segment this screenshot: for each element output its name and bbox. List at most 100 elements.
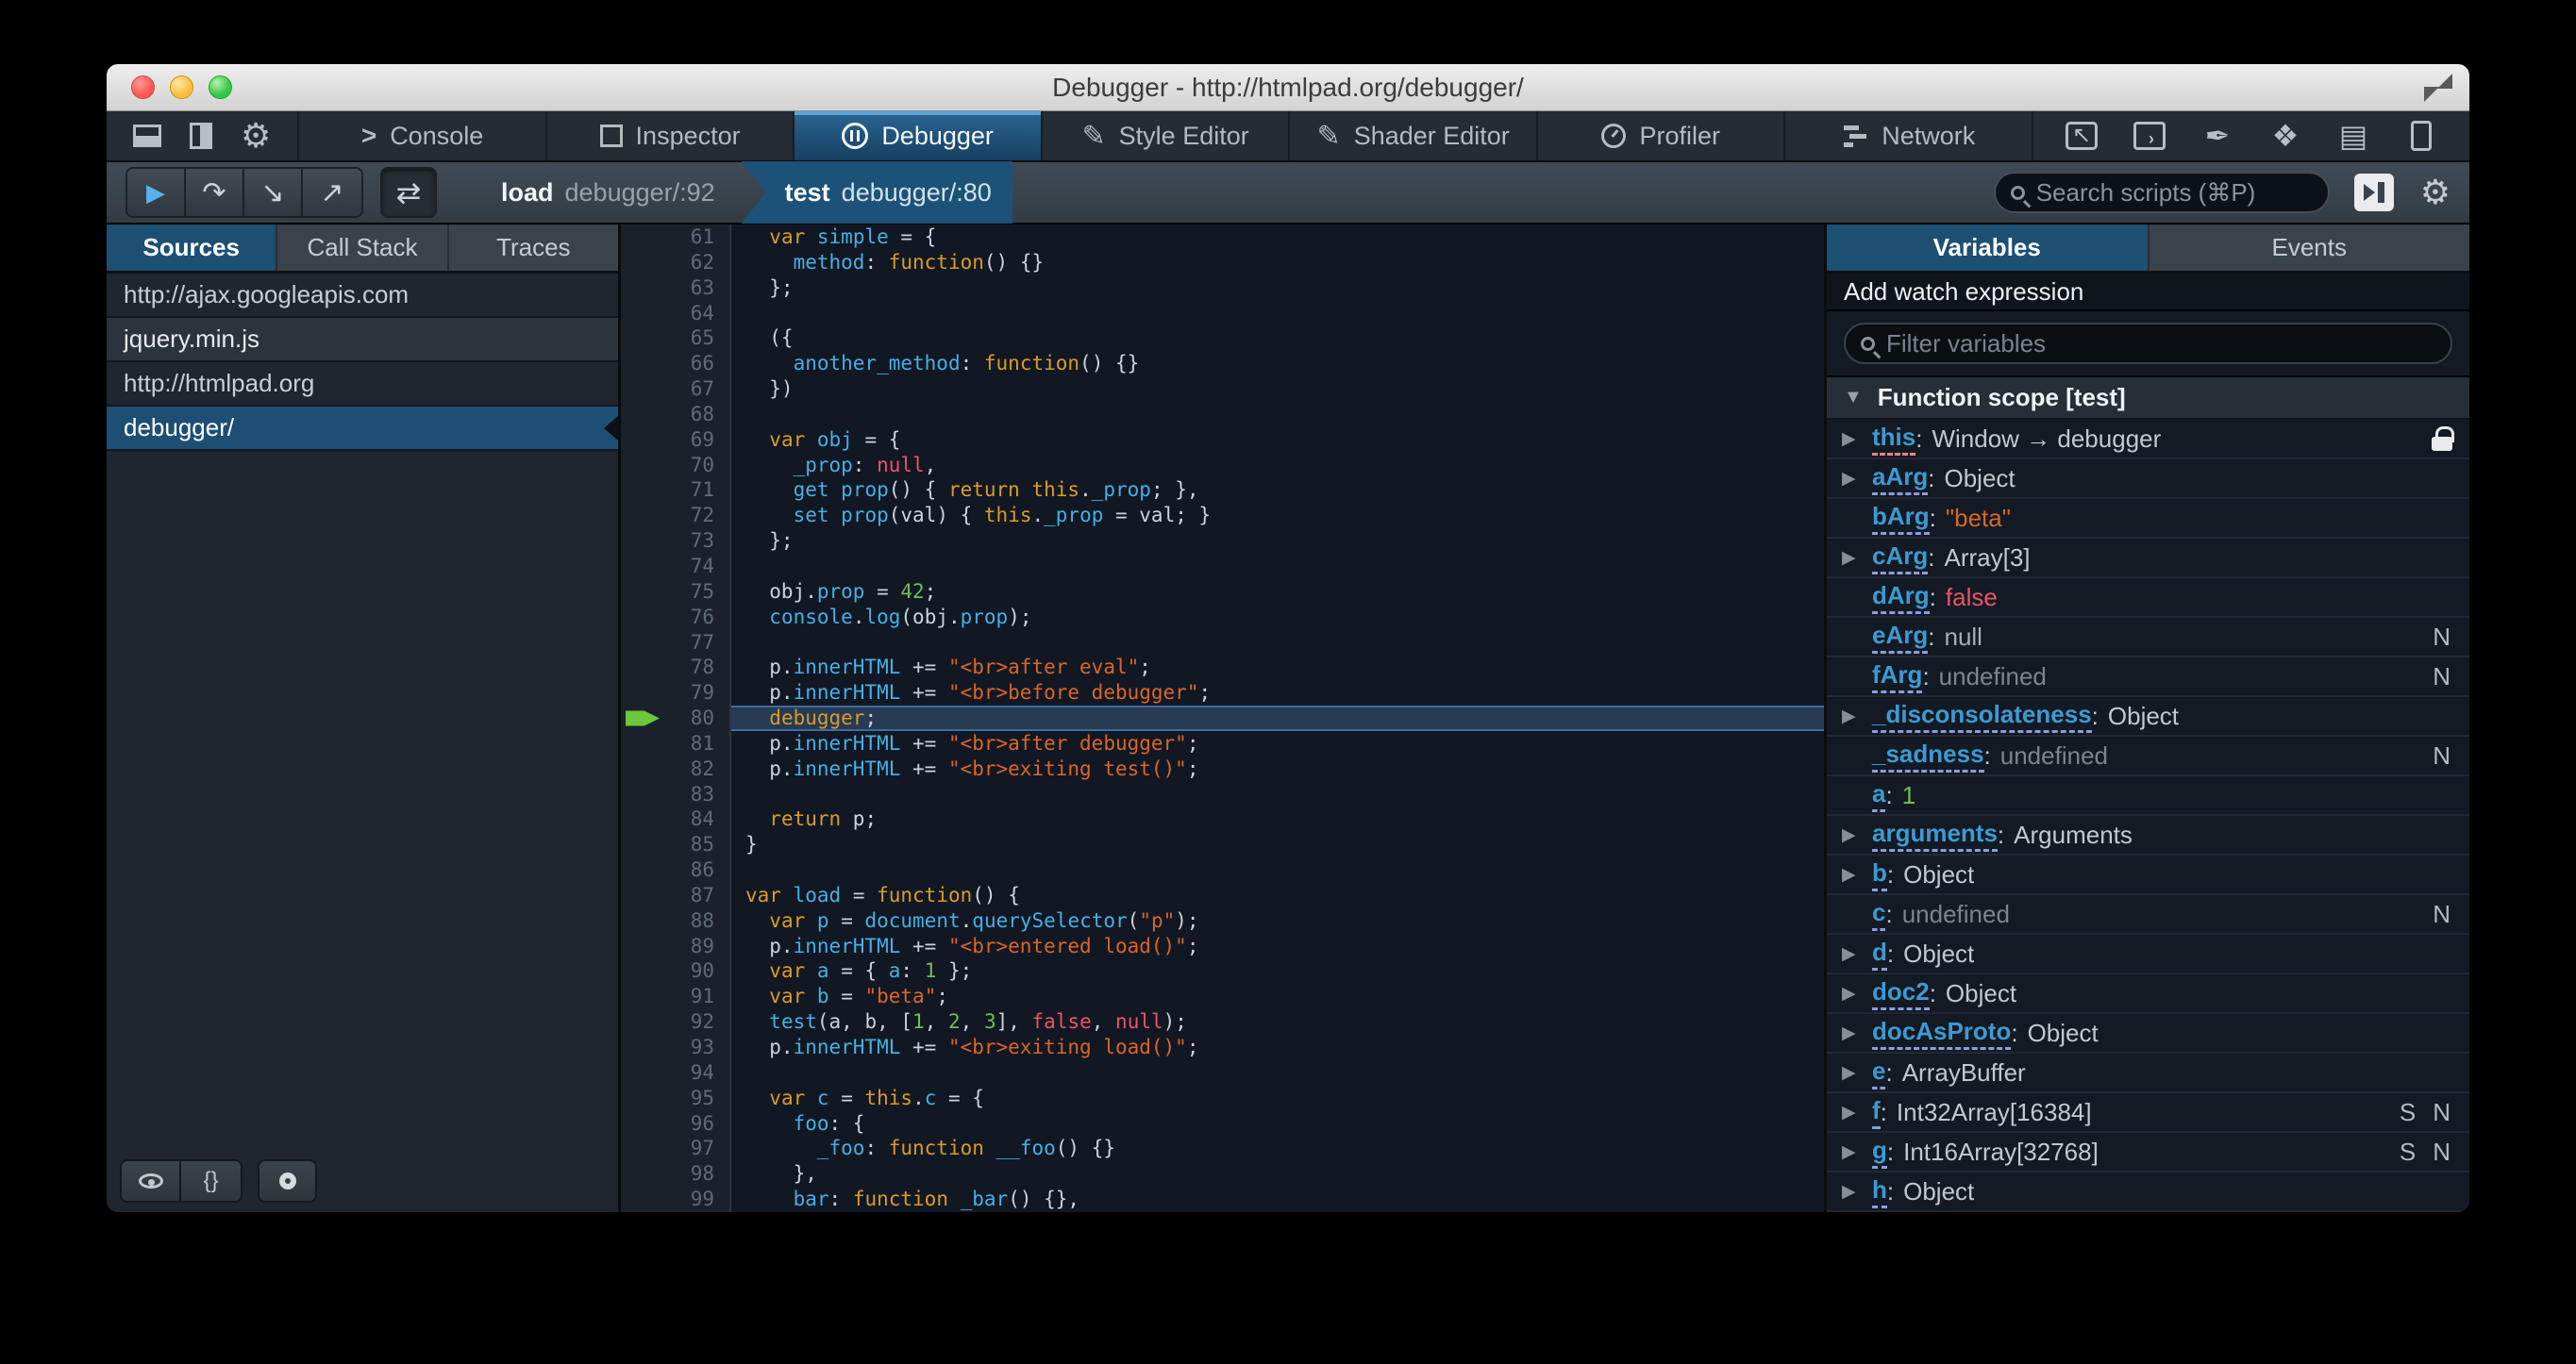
code-line[interactable]: 64 [621, 300, 1824, 326]
variable-row-this[interactable]: ▶ this: Window → debugger [1827, 420, 2469, 459]
line-number-gutter[interactable]: 81 [621, 730, 731, 757]
dock-bottom-icon[interactable] [133, 125, 161, 147]
breadcrumb-frame-test[interactable]: test debugger/:80 [741, 161, 1012, 224]
expander-arrow-icon[interactable]: ▶ [1842, 943, 1872, 965]
tab-style-editor[interactable]: ✎ Style Editor [1043, 111, 1291, 160]
line-number-gutter[interactable]: 63 [621, 274, 731, 301]
code-line[interactable]: 81 p.innerHTML += "<br>after debugger"; [621, 730, 1824, 757]
line-number-gutter[interactable]: 96 [621, 1110, 731, 1137]
toggle-breakpoints-button[interactable] [258, 1159, 317, 1203]
line-number-gutter[interactable]: 65 [621, 325, 731, 352]
code-line[interactable]: 72 set prop(val) { this._prop = val; } [621, 503, 1824, 529]
code-line[interactable]: 99 bar: function _bar() {}, [621, 1187, 1824, 1212]
code-line[interactable]: 87 var load = function() { [621, 882, 1824, 908]
code-line[interactable]: 93 p.innerHTML += "<br>exiting load()"; [621, 1035, 1824, 1060]
source-item-jquery-min-js[interactable]: jquery.min.js [107, 318, 618, 362]
code-line[interactable]: 95 var c = this.c = { [621, 1085, 1824, 1111]
line-number-gutter[interactable]: 66 [621, 351, 731, 377]
tab-shader-editor[interactable]: ✎ Shader Editor [1290, 111, 1538, 160]
code-line[interactable]: 92 test(a, b, [1, 2, 3], false, null); [621, 1009, 1824, 1035]
tilt-3d-icon[interactable]: ❖ [2269, 121, 2301, 151]
line-number-gutter[interactable]: 95 [621, 1085, 731, 1111]
variable-row-e[interactable]: ▶ e: ArrayBuffer [1827, 1054, 2469, 1093]
expander-arrow-icon[interactable]: ▶ [1842, 428, 1872, 450]
pick-element-icon[interactable]: ↖ [2066, 122, 2098, 150]
variable-row-fArg[interactable]: fArg: undefined N [1827, 657, 2469, 697]
line-number-gutter[interactable]: 77 [621, 629, 731, 656]
variable-row-_disconsolateness[interactable]: ▶ _disconsolateness: Object [1827, 697, 2469, 737]
variable-row-docAsProto[interactable]: ▶ docAsProto: Object [1827, 1014, 2469, 1054]
scope-header[interactable]: ▼ Function scope [test] [1827, 377, 2469, 420]
expander-arrow-icon[interactable]: ▶ [1842, 547, 1872, 569]
line-number-gutter[interactable]: 73 [621, 528, 731, 554]
line-number-gutter[interactable]: 82 [621, 756, 731, 782]
line-number-gutter[interactable]: 99 [621, 1187, 731, 1212]
expander-arrow-icon[interactable]: ▶ [1842, 1141, 1872, 1163]
code-line[interactable]: 82 p.innerHTML += "<br>exiting test()"; [621, 756, 1824, 782]
toggle-panes-button[interactable] [2353, 174, 2394, 211]
variable-row-doc2[interactable]: ▶ doc2: Object [1827, 974, 2469, 1014]
code-line[interactable]: 76 console.log(obj.prop); [621, 604, 1824, 630]
resume-button[interactable]: ▶ [127, 169, 186, 216]
line-number-gutter[interactable]: 83 [621, 781, 731, 807]
line-number-gutter[interactable]: 92 [621, 1009, 731, 1035]
expander-arrow-icon[interactable]: ▶ [1842, 824, 1872, 846]
code-line[interactable]: 79 p.innerHTML += "<br>before debugger"; [621, 680, 1824, 707]
code-line[interactable]: 90 var a = { a: 1 }; [621, 958, 1824, 985]
window-titlebar[interactable]: Debugger - http://htmlpad.org/debugger/ [107, 64, 2469, 111]
blackbox-source-button[interactable] [122, 1161, 181, 1201]
line-number-gutter[interactable]: 90 [621, 958, 731, 985]
filter-variables-input[interactable]: Filter variables [1844, 323, 2452, 364]
expander-arrow-icon[interactable]: ▶ [1842, 706, 1872, 727]
variable-row-cArg[interactable]: ▶ cArg: Array[3] [1827, 539, 2469, 578]
variable-row-g[interactable]: ▶ g: Int16Array[32768] S N [1827, 1133, 2469, 1173]
code-line[interactable]: 70 _prop: null, [621, 452, 1824, 478]
expander-arrow-icon[interactable]: ▶ [1842, 1023, 1872, 1044]
code-line[interactable]: 75 obj.prop = 42; [621, 578, 1824, 605]
line-number-gutter[interactable]: 75 [621, 578, 731, 605]
line-number-gutter[interactable]: 68 [621, 401, 731, 427]
line-number-gutter[interactable]: 87 [621, 882, 731, 908]
line-number-gutter[interactable]: 94 [621, 1059, 731, 1086]
line-number-gutter[interactable]: 85 [621, 832, 731, 858]
code-line[interactable]: 83 [621, 781, 1824, 807]
line-number-gutter[interactable]: 80 [621, 706, 731, 731]
script-search-input[interactable]: Search scripts (⌘P) [1993, 172, 2330, 213]
code-line[interactable]: 78 p.innerHTML += "<br>after eval"; [621, 655, 1824, 681]
variable-row-eArg[interactable]: eArg: null N [1827, 618, 2469, 657]
line-number-gutter[interactable]: 91 [621, 984, 731, 1010]
code-line[interactable]: 73 }; [621, 528, 1824, 554]
code-line[interactable]: 88 var p = document.querySelector("p"); [621, 907, 1824, 934]
variable-row-b[interactable]: ▶ b: Object [1827, 856, 2469, 895]
line-number-gutter[interactable]: 86 [621, 857, 731, 883]
line-number-gutter[interactable]: 74 [621, 553, 731, 579]
black-box-toggle-button[interactable]: ⇄ [380, 167, 437, 218]
tab-inspector[interactable]: Inspector [547, 111, 795, 160]
line-number-gutter[interactable]: 84 [621, 807, 731, 833]
expander-arrow-icon[interactable]: ▶ [1842, 1102, 1872, 1123]
step-out-button[interactable]: ↗ [303, 169, 361, 216]
tab-debugger[interactable]: Debugger [795, 111, 1043, 160]
code-line[interactable]: 96 foo: { [621, 1110, 1824, 1137]
code-line[interactable]: 65 ({ [621, 325, 1824, 352]
source-editor[interactable]: 61 var simple = {62 method: function() {… [621, 225, 1824, 1212]
tab-events[interactable]: Events [2149, 225, 2470, 271]
code-line[interactable]: 66 another_method: function() {} [621, 351, 1824, 377]
code-line[interactable]: 97 _foo: function __foo() {} [621, 1136, 1824, 1162]
variable-row-bArg[interactable]: bArg: "beta" [1827, 499, 2469, 539]
line-number-gutter[interactable]: 70 [621, 452, 731, 478]
gear-icon[interactable]: ⚙ [241, 119, 271, 153]
tab-call-stack[interactable]: Call Stack [277, 225, 449, 271]
line-number-gutter[interactable]: 62 [621, 249, 731, 275]
tab-console[interactable]: > Console [299, 111, 547, 160]
breadcrumb-frame-load[interactable]: load debugger/:92 [480, 161, 736, 224]
expander-arrow-icon[interactable]: ▶ [1842, 864, 1872, 886]
code-line[interactable]: 62 method: function() {} [621, 249, 1824, 275]
source-item-debugger-[interactable]: debugger/ [107, 407, 618, 451]
add-watch-expression[interactable]: Add watch expression [1827, 274, 2469, 311]
line-number-gutter[interactable]: 97 [621, 1136, 731, 1162]
code-line[interactable]: 98 }, [621, 1161, 1824, 1188]
line-number-gutter[interactable]: 64 [621, 300, 731, 326]
code-line[interactable]: 71 get prop() { return this._prop; }, [621, 477, 1824, 504]
variable-row-arguments[interactable]: ▶ arguments: Arguments [1827, 816, 2469, 856]
